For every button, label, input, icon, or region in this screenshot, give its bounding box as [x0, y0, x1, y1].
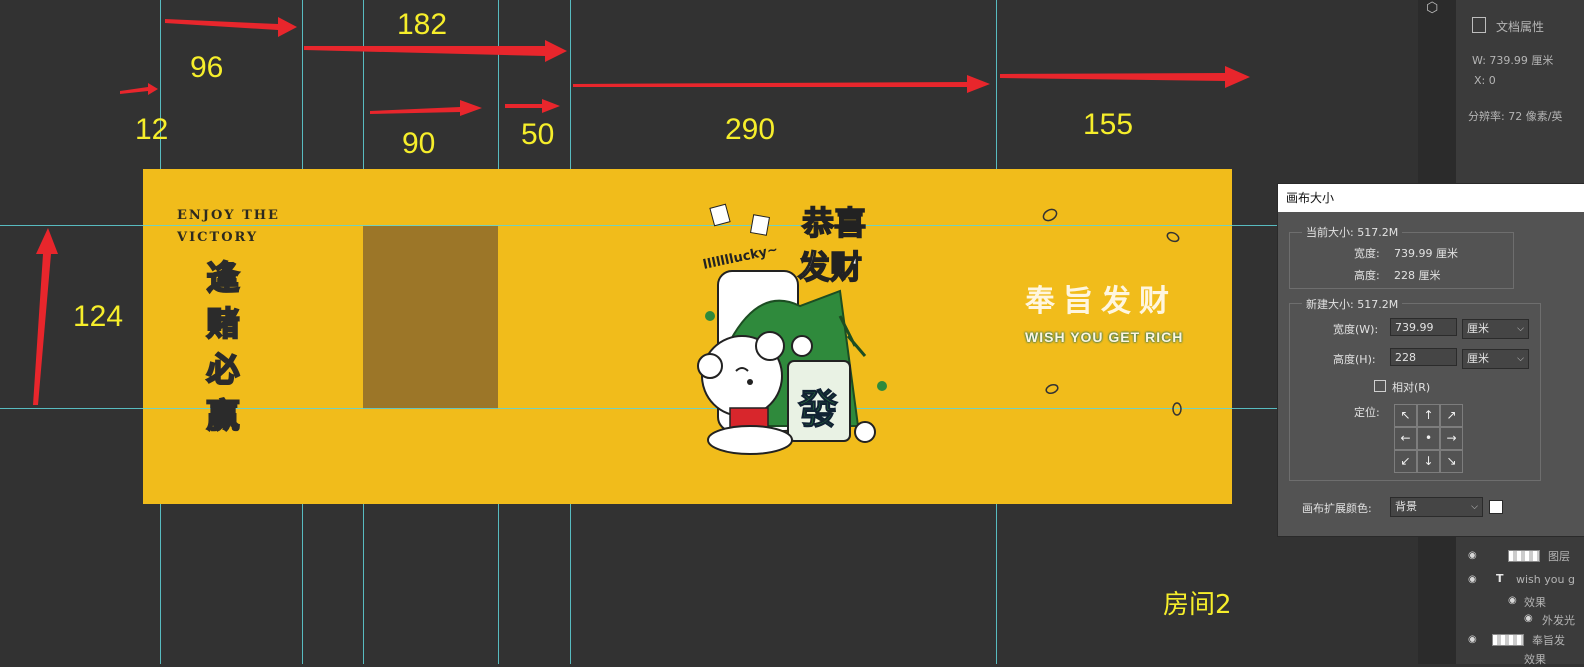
chevron-down-icon: ⌵: [1517, 324, 1524, 334]
layer-thumbnail: [1492, 634, 1524, 646]
cur-height-value: 228 厘米: [1394, 269, 1441, 282]
anchor-label: 定位:: [1354, 406, 1380, 419]
document-icon: [1472, 17, 1486, 33]
new-height-label: 高度(H):: [1333, 353, 1376, 366]
width-readout: W: 739.99 厘米: [1472, 54, 1554, 67]
eye-icon[interactable]: ◉: [1508, 595, 1517, 606]
dimension-label: 290: [725, 113, 776, 146]
effects-label: 效果: [1524, 596, 1546, 609]
width-unit-value: 厘米: [1467, 322, 1489, 335]
chevron-down-icon: ⌵: [1471, 502, 1478, 512]
text-layer-icon: T: [1496, 572, 1504, 585]
layer-name[interactable]: 奉旨发: [1532, 632, 1565, 648]
width-input[interactable]: 739.99: [1390, 318, 1457, 336]
anchor-center[interactable]: •: [1417, 427, 1440, 450]
eye-icon[interactable]: ◉: [1468, 550, 1477, 561]
dimension-label: 182: [397, 8, 448, 41]
layer-name[interactable]: wish you g: [1516, 573, 1575, 586]
resolution-readout: 分辨率: 72 像素/英: [1468, 110, 1563, 123]
height-unit-select[interactable]: 厘米 ⌵: [1462, 349, 1529, 369]
effects-label: 效果: [1524, 653, 1546, 666]
room-label: 房间2: [1163, 590, 1232, 620]
layer-name[interactable]: 图层: [1548, 548, 1570, 564]
dimension-label: 96: [190, 51, 224, 84]
dimension-label: 90: [402, 127, 436, 160]
doc-props-label: 文档属性: [1496, 20, 1545, 34]
ext-color-swatch[interactable]: [1489, 500, 1503, 514]
x-readout: X: 0: [1474, 74, 1496, 87]
outer-glow-label: 外发光: [1542, 614, 1575, 627]
eye-icon[interactable]: ◉: [1468, 634, 1477, 645]
anchor-grid: ↖ ↑ ↗ ← • → ↙ ↓ ↘: [1394, 404, 1463, 473]
height-input[interactable]: 228: [1390, 348, 1457, 366]
dialog-title: 画布大小: [1278, 184, 1584, 212]
chevron-down-icon: ⌵: [1517, 354, 1524, 364]
dimension-label: 124: [73, 300, 124, 333]
height-unit-value: 厘米: [1467, 352, 1489, 365]
dimension-label: 155: [1083, 108, 1134, 141]
new-size-label: 新建大小: 517.2M: [1302, 296, 1403, 312]
dimension-label: 50: [521, 118, 555, 151]
anchor-top[interactable]: ↑: [1417, 404, 1440, 427]
anchor-bottom-right[interactable]: ↘: [1440, 450, 1463, 473]
cube-icon[interactable]: ⬡: [1426, 0, 1448, 18]
dimension-label: 12: [135, 113, 169, 146]
anchor-top-left[interactable]: ↖: [1394, 404, 1417, 427]
cur-height-label: 高度:: [1354, 269, 1380, 282]
cur-width-label: 宽度:: [1354, 247, 1380, 260]
eye-icon[interactable]: ◉: [1468, 574, 1477, 585]
anchor-right[interactable]: →: [1440, 427, 1463, 450]
width-unit-select[interactable]: 厘米 ⌵: [1462, 319, 1529, 339]
cur-width-value: 739.99 厘米: [1394, 247, 1458, 260]
relative-checkbox[interactable]: [1374, 380, 1386, 392]
anchor-left[interactable]: ←: [1394, 427, 1417, 450]
ext-color-value: 背景: [1395, 500, 1417, 513]
ext-color-label: 画布扩展颜色:: [1302, 502, 1372, 515]
eye-icon[interactable]: ◉: [1524, 613, 1533, 624]
layer-thumbnail: [1508, 550, 1540, 562]
anchor-bottom-left[interactable]: ↙: [1394, 450, 1417, 473]
current-size-label: 当前大小: 517.2M: [1302, 224, 1403, 240]
relative-label: 相对(R): [1392, 381, 1431, 394]
anchor-bottom[interactable]: ↓: [1417, 450, 1440, 473]
ext-color-select[interactable]: 背景 ⌵: [1390, 497, 1483, 517]
anchor-top-right[interactable]: ↗: [1440, 404, 1463, 427]
new-width-label: 宽度(W):: [1333, 323, 1379, 336]
